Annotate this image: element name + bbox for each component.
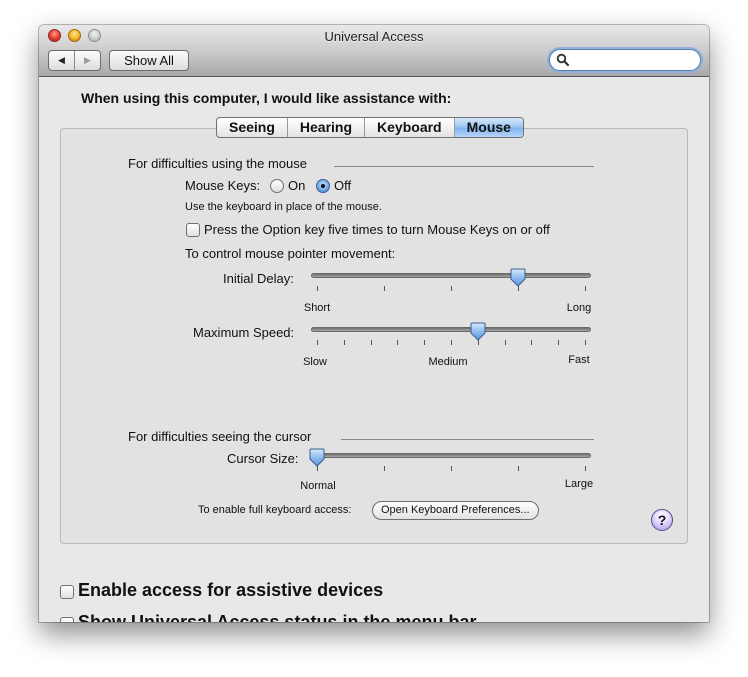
cursor-size-label: Cursor Size: <box>227 451 299 466</box>
help-button[interactable]: ? <box>651 509 673 531</box>
cursor-size-max-label: Large <box>564 478 594 490</box>
assistance-prompt: When using this computer, I would like a… <box>81 90 452 106</box>
mouse-section-heading: For difficulties using the mouse <box>128 156 307 171</box>
slider-tick <box>518 466 519 471</box>
slider-track[interactable] <box>311 453 591 458</box>
search-input[interactable] <box>549 49 701 71</box>
slider-thumb[interactable] <box>309 448 325 468</box>
slider-tick <box>317 286 318 291</box>
assistive-devices-checkbox[interactable] <box>60 585 74 599</box>
forward-arrow-icon: ▶ <box>84 55 91 65</box>
mouse-keys-on-radio[interactable] <box>270 179 284 193</box>
search-icon <box>556 53 570 67</box>
titlebar: Universal Access ◀ ▶ Show All <box>39 25 709 77</box>
open-keyboard-preferences-button[interactable]: Open Keyboard Preferences... <box>372 501 539 520</box>
slider-tick <box>451 466 452 471</box>
mouse-keys-on-label[interactable]: On <box>288 178 305 193</box>
option-key-checkbox-label[interactable]: Press the Option key five times to turn … <box>204 222 550 237</box>
slider-tick <box>317 340 318 345</box>
keyboard-access-label: To enable full keyboard access: <box>198 504 352 516</box>
back-arrow-icon: ◀ <box>58 55 65 65</box>
slider-track[interactable] <box>311 273 591 278</box>
slider-tick <box>371 340 372 345</box>
slider-thumb[interactable] <box>510 268 526 288</box>
maximum-speed-mid-label: Medium <box>428 356 468 368</box>
slider-tick <box>585 286 586 291</box>
cursor-size-min-label: Normal <box>300 480 336 492</box>
back-forward-control: ◀ ▶ <box>48 50 101 71</box>
initial-delay-min-label: Short <box>303 302 331 314</box>
initial-delay-label: Initial Delay: <box>223 271 294 286</box>
forward-button[interactable]: ▶ <box>74 51 100 70</box>
slider-tick <box>397 340 398 345</box>
universal-access-window: Universal Access ◀ ▶ Show All When using… <box>39 25 709 622</box>
tab-seeing[interactable]: Seeing <box>217 118 287 137</box>
slider-tick <box>424 340 425 345</box>
mouse-keys-description: Use the keyboard in place of the mouse. <box>185 201 382 213</box>
slider-tick <box>384 466 385 471</box>
cursor-section-divider <box>341 439 594 440</box>
option-key-checkbox[interactable] <box>186 223 200 237</box>
slider-tick <box>451 340 452 345</box>
status-menu-label[interactable]: Show Universal Access status in the menu… <box>78 612 476 622</box>
slider-track[interactable] <box>311 327 591 332</box>
mouse-keys-off-label[interactable]: Off <box>334 178 351 193</box>
maximum-speed-label: Maximum Speed: <box>193 325 295 340</box>
slider-tick <box>558 340 559 345</box>
preferences-content: When using this computer, I would like a… <box>39 78 709 622</box>
mouse-section-divider <box>334 166 594 167</box>
slider-tick <box>384 286 385 291</box>
mouse-tab-panel: For difficulties using the mouse Mouse K… <box>60 128 688 544</box>
tab-keyboard[interactable]: Keyboard <box>364 118 454 137</box>
slider-tick <box>344 340 345 345</box>
pointer-movement-heading: To control mouse pointer movement: <box>185 246 396 261</box>
maximum-speed-max-label: Fast <box>568 354 590 366</box>
mouse-keys-off-radio[interactable] <box>316 179 330 193</box>
initial-delay-max-label: Long <box>566 302 592 314</box>
slider-tick <box>451 286 452 291</box>
maximum-speed-min-label: Slow <box>303 356 327 368</box>
status-menu-checkbox[interactable] <box>60 617 74 622</box>
slider-tick <box>585 340 586 345</box>
slider-thumb[interactable] <box>470 322 486 342</box>
slider-tick <box>585 466 586 471</box>
window-title: Universal Access <box>324 29 424 44</box>
show-all-button[interactable]: Show All <box>109 50 189 71</box>
slider-tick <box>505 340 506 345</box>
tab-mouse[interactable]: Mouse <box>453 118 523 137</box>
slider-tick <box>531 340 532 345</box>
back-button[interactable]: ◀ <box>49 51 74 70</box>
mouse-keys-label: Mouse Keys: <box>185 178 261 193</box>
assistive-devices-label[interactable]: Enable access for assistive devices <box>78 580 383 601</box>
tab-bar: Seeing Hearing Keyboard Mouse <box>216 117 524 138</box>
tab-hearing[interactable]: Hearing <box>286 118 364 137</box>
help-icon: ? <box>657 512 667 528</box>
cursor-section-heading: For difficulties seeing the cursor <box>128 429 312 444</box>
